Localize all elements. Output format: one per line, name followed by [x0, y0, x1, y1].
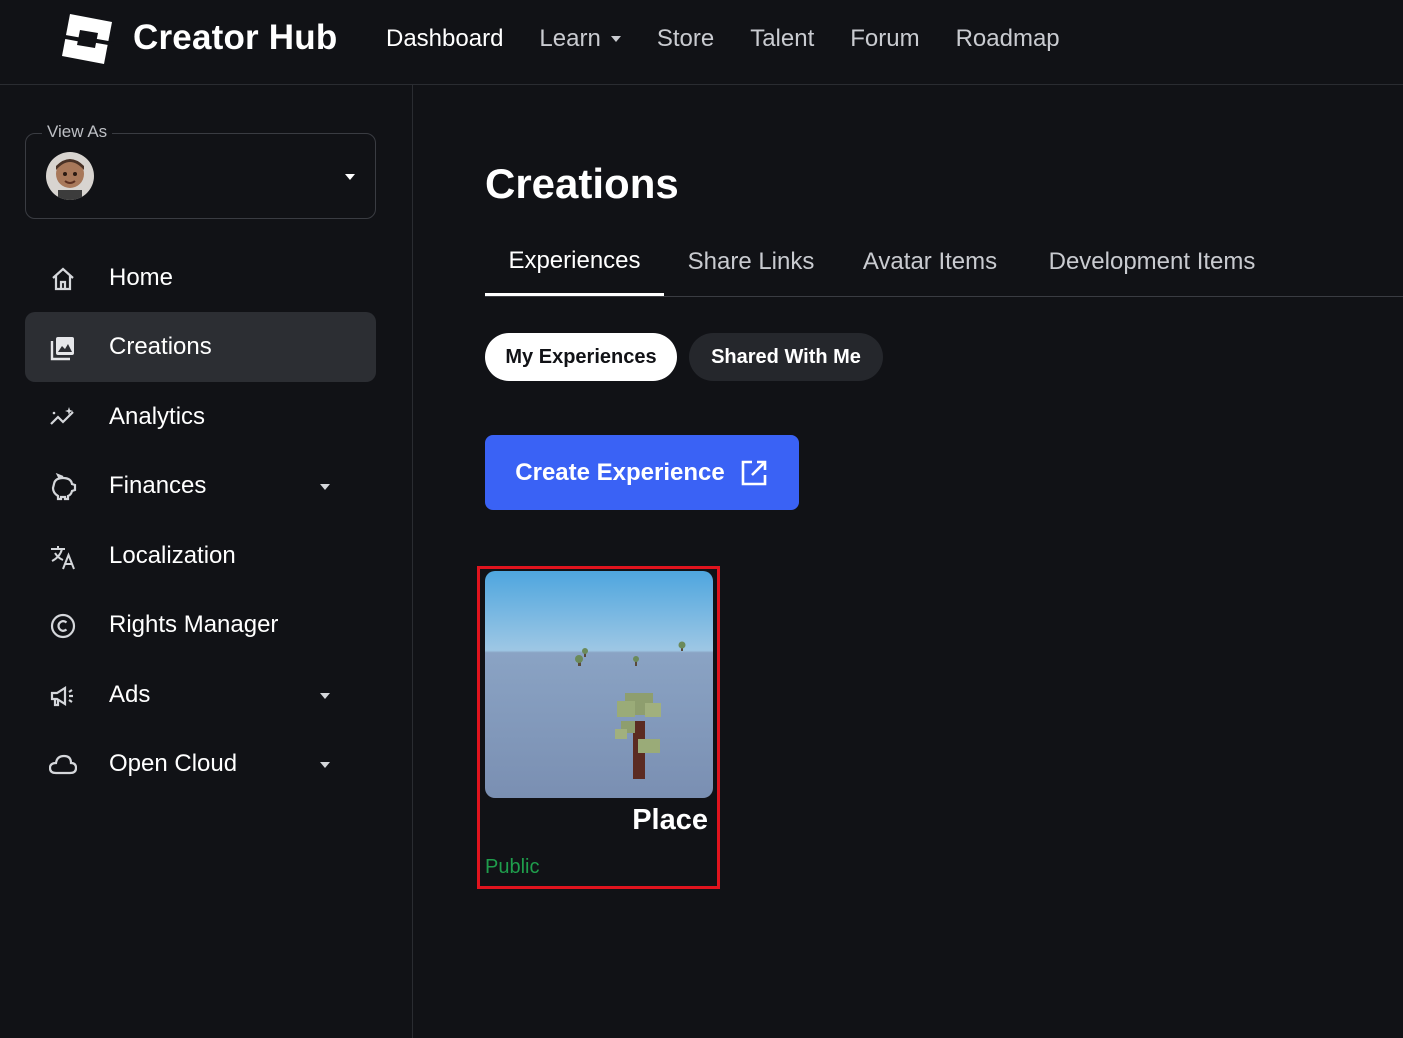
home-icon	[52, 267, 74, 291]
nav-label: Learn	[539, 25, 601, 52]
nav-label: Store	[656, 25, 715, 52]
sidebar-item-label: Open Cloud	[109, 750, 238, 777]
creations-tabs: Experiences Share Links Avatar Items Dev…	[485, 228, 1403, 297]
megaphone-icon	[50, 686, 73, 707]
sidebar-item-label: Ads	[109, 681, 151, 708]
chevron-down-icon	[320, 484, 330, 490]
top-navbar: Creator Hub Dashboard Learn Store Talent…	[0, 0, 1403, 85]
experience-name[interactable]: Place	[485, 804, 708, 837]
sidebar-item-label: Creations	[109, 333, 212, 360]
sidebar-item-rights-manager[interactable]: Rights Manager	[25, 590, 376, 660]
create-experience-button[interactable]: Create Experience	[485, 435, 799, 510]
nav-talent[interactable]: Talent	[750, 24, 814, 54]
sidebar-item-finances[interactable]: Finances	[25, 451, 376, 521]
top-nav: Dashboard Learn Store Talent Forum Roadm…	[386, 24, 1096, 54]
sidebar: View As Home Creations Analytics Finance…	[0, 85, 413, 1038]
page-title: Creations	[485, 160, 679, 207]
sidebar-item-ads[interactable]: Ads	[25, 660, 376, 730]
roblox-logo-icon[interactable]	[60, 12, 114, 66]
analytics-icon	[50, 407, 74, 425]
image-gallery-icon	[50, 337, 74, 361]
nav-roadmap[interactable]: Roadmap	[956, 24, 1060, 54]
sidebar-item-creations[interactable]: Creations	[25, 312, 376, 382]
chevron-down-icon	[320, 693, 330, 699]
tab-experiences[interactable]: Experiences	[485, 228, 664, 296]
filter-my-experiences[interactable]: My Experiences	[485, 333, 677, 381]
create-experience-label: Create Experience	[515, 458, 725, 486]
copyright-icon	[50, 613, 76, 639]
nav-forum[interactable]: Forum	[850, 24, 919, 54]
sidebar-item-label: Finances	[109, 472, 207, 499]
experience-thumbnail[interactable]	[485, 571, 713, 798]
cloud-icon	[49, 754, 77, 775]
sidebar-item-home[interactable]: Home	[25, 243, 376, 313]
view-as-label: View As	[42, 122, 113, 142]
chevron-down-icon	[345, 174, 355, 180]
nav-dashboard[interactable]: Dashboard	[386, 24, 503, 54]
nav-label: Talent	[750, 25, 815, 52]
status-badge: Public	[485, 856, 540, 878]
tab-share-links[interactable]: Share Links	[676, 228, 826, 296]
sidebar-item-label: Localization	[109, 542, 236, 569]
tab-avatar-items[interactable]: Avatar Items	[849, 228, 1011, 296]
nav-store[interactable]: Store	[657, 24, 714, 54]
brand-title[interactable]: Creator Hub	[133, 18, 337, 58]
sidebar-item-label: Rights Manager	[109, 611, 279, 638]
piggy-bank-icon	[51, 473, 77, 501]
sidebar-item-label: Home	[109, 264, 174, 291]
filter-shared-with-me[interactable]: Shared With Me	[689, 333, 883, 381]
chevron-down-icon	[610, 36, 621, 42]
nav-label: Forum	[850, 25, 920, 52]
sidebar-item-open-cloud[interactable]: Open Cloud	[25, 729, 376, 799]
sidebar-item-label: Analytics	[109, 403, 206, 430]
chevron-down-icon	[320, 762, 330, 768]
nav-label: Roadmap	[955, 25, 1060, 52]
avatar	[46, 152, 94, 200]
tab-development-items[interactable]: Development Items	[1033, 228, 1271, 296]
nav-label: Dashboard	[386, 25, 504, 52]
sidebar-item-localization[interactable]: Localization	[25, 521, 376, 591]
view-as-select[interactable]: View As	[25, 122, 376, 219]
translate-icon	[51, 546, 75, 570]
external-link-icon	[741, 460, 767, 485]
place-thumbnail-image	[485, 571, 713, 798]
sidebar-item-analytics[interactable]: Analytics	[25, 382, 376, 452]
nav-learn[interactable]: Learn	[539, 24, 621, 54]
